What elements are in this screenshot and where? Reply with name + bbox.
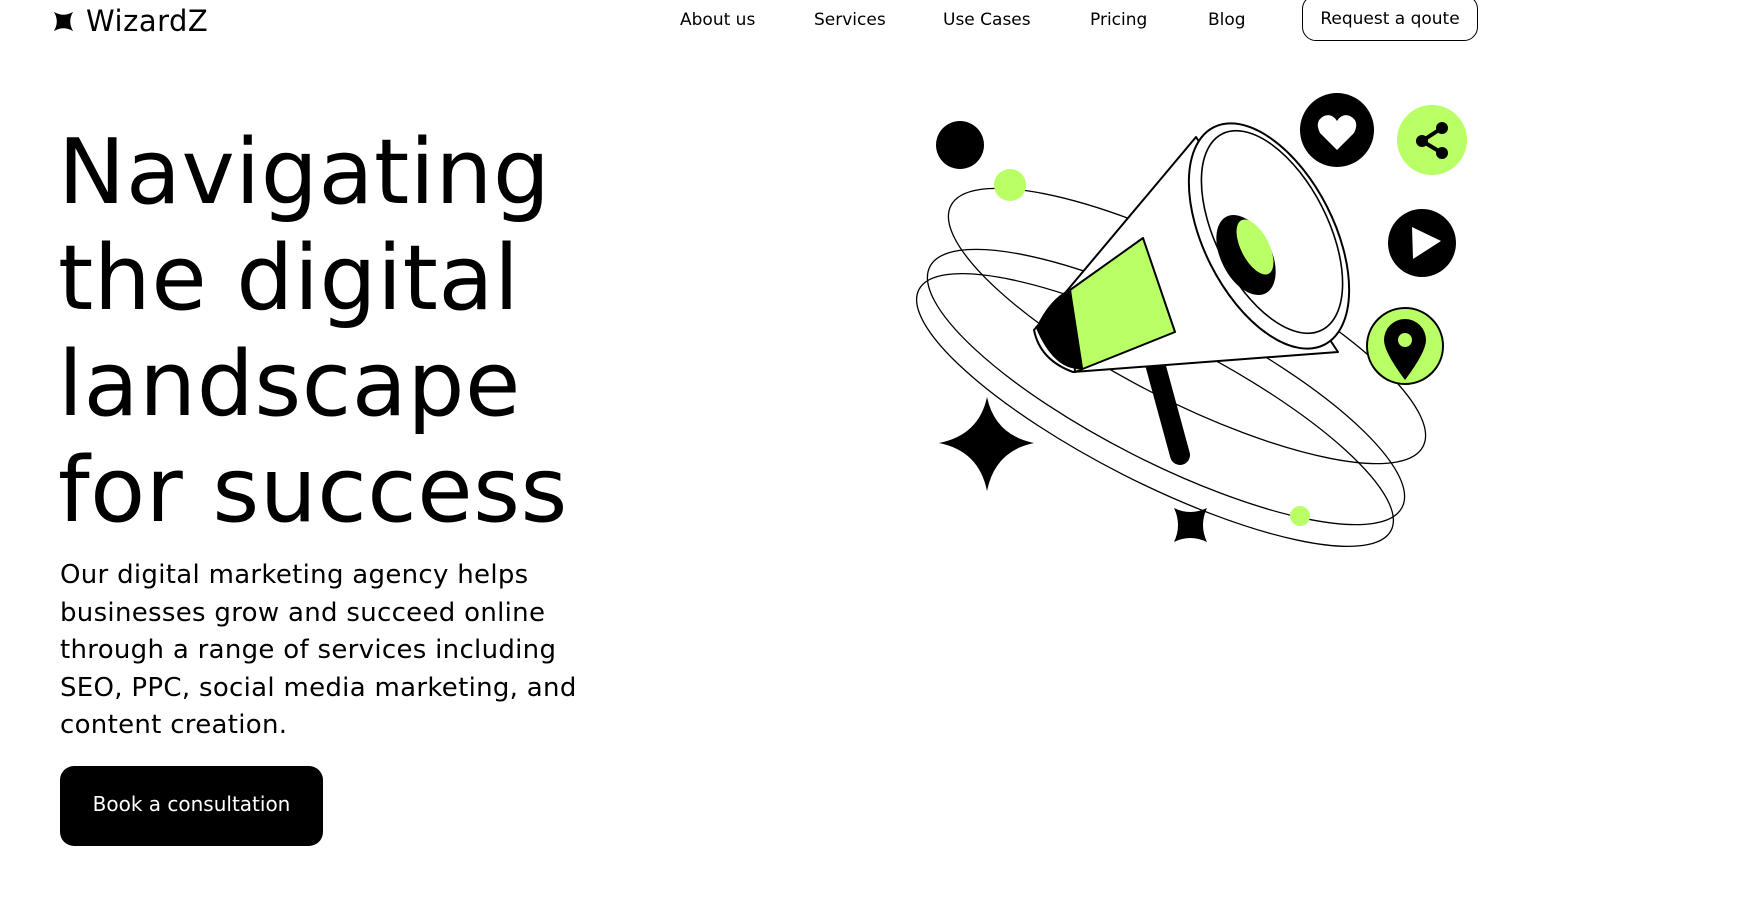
- hero-title-line: Navigating: [58, 120, 551, 225]
- decorative-dot: [1290, 506, 1310, 526]
- decorative-dot: [994, 169, 1026, 201]
- book-consultation-button[interactable]: Book a consultation: [60, 766, 323, 846]
- hero-title-line: the digital: [58, 226, 520, 331]
- share-icon: [1397, 105, 1467, 175]
- hero-title: Navigating the digital landscape for suc…: [58, 120, 568, 544]
- heart-icon: [1300, 93, 1374, 167]
- request-quote-button[interactable]: Request a qoute: [1302, 0, 1478, 41]
- nav-link-about-us[interactable]: About us: [680, 9, 755, 31]
- orbit-lines: [915, 187, 1427, 547]
- logo-star-icon: [53, 11, 74, 31]
- sparkle-icon: [1174, 508, 1207, 542]
- sparkle-icon: [939, 397, 1034, 491]
- play-icon: [1388, 209, 1456, 277]
- hero-title-line: landscape: [58, 332, 521, 437]
- nav-link-pricing[interactable]: Pricing: [1090, 9, 1147, 31]
- location-pin-icon: [1366, 307, 1444, 385]
- hero-description: Our digital marketing agency helps busin…: [60, 560, 577, 740]
- hero-title-line: for success: [58, 438, 568, 543]
- brand-name: WizardZ: [86, 3, 209, 38]
- nav-link-blog[interactable]: Blog: [1208, 9, 1246, 31]
- brand-logo[interactable]: WizardZ: [52, 3, 208, 39]
- nav-link-use-cases[interactable]: Use Cases: [943, 9, 1031, 31]
- megaphone-icon: [1033, 122, 1351, 465]
- decorative-dot: [936, 121, 984, 169]
- nav-link-services[interactable]: Services: [814, 9, 886, 31]
